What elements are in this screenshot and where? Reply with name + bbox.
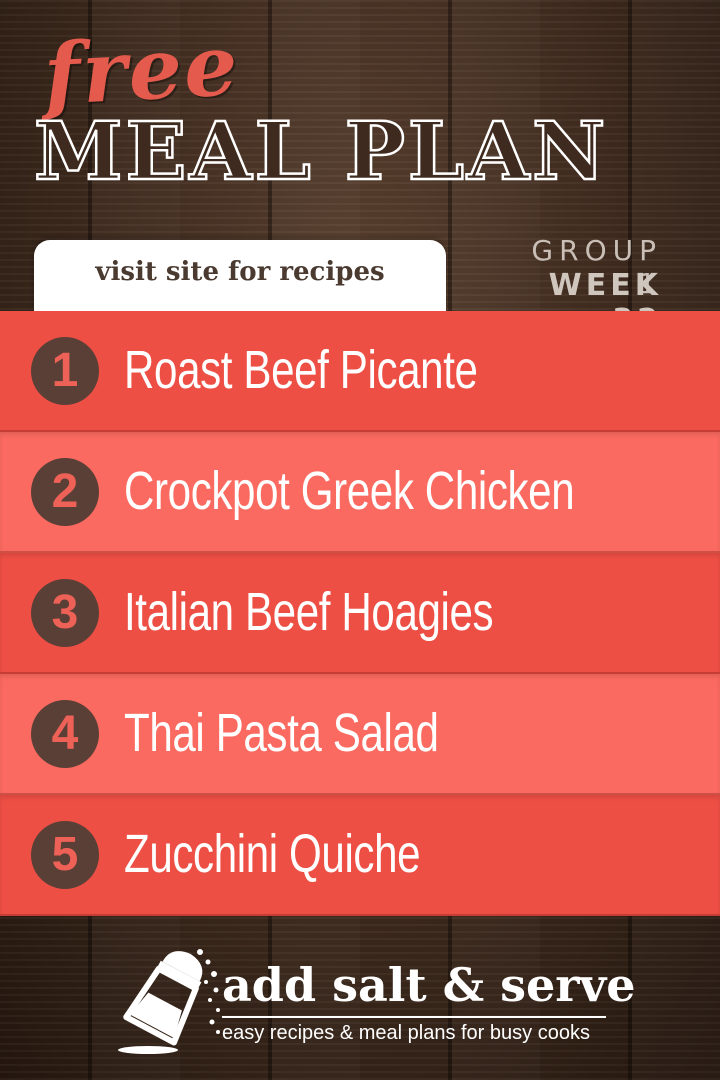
- brand-name[interactable]: add salt & serve: [222, 958, 636, 1012]
- number-badge: 1: [31, 336, 99, 405]
- meal-list: 1 Roast Beef Picante 2 Crockpot Greek Ch…: [0, 311, 720, 916]
- brand-tagline: easy recipes & meal plans for busy cooks: [222, 1022, 590, 1044]
- meal-name: Zucchini Quiche: [124, 823, 421, 884]
- number-badge: 4: [31, 699, 99, 768]
- meal-number: 5: [51, 827, 79, 881]
- number-badge: 3: [31, 578, 99, 647]
- meal-number: 3: [51, 585, 79, 639]
- meal-row-4[interactable]: 4 Thai Pasta Salad: [0, 674, 720, 795]
- meal-plan-title: MEAL PLAN: [33, 103, 609, 200]
- meal-row-2[interactable]: 2 Crockpot Greek Chicken: [0, 432, 720, 553]
- salt-shaker-icon: [118, 949, 220, 1054]
- meal-name: Roast Beef Picante: [124, 339, 478, 400]
- visit-site-label: visit site for recipes: [95, 257, 385, 287]
- meal-row-3[interactable]: 3 Italian Beef Hoagies: [0, 553, 720, 674]
- meal-number: 2: [51, 464, 79, 518]
- brand-divider: [222, 1016, 606, 1018]
- meal-name: Thai Pasta Salad: [124, 702, 439, 763]
- meal-number: 1: [51, 343, 79, 397]
- number-badge: 2: [31, 457, 99, 526]
- meal-name: Italian Beef Hoagies: [124, 581, 494, 642]
- meal-row-1[interactable]: 1 Roast Beef Picante: [0, 311, 720, 432]
- meal-name: Crockpot Greek Chicken: [124, 460, 575, 521]
- visit-site-tab[interactable]: visit site for recipes: [34, 240, 446, 312]
- meal-row-5[interactable]: 5 Zucchini Quiche: [0, 795, 720, 916]
- meal-number: 4: [51, 706, 79, 760]
- number-badge: 5: [31, 820, 99, 889]
